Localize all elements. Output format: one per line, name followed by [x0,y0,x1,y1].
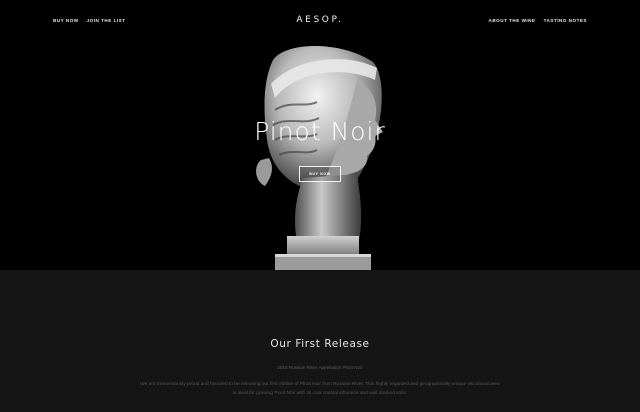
release-section: Our First Release 2016 Russian River App… [0,270,640,412]
section-heading: Our First Release [270,338,370,350]
hero-title: Pinot Noir [254,117,386,146]
section-subtitle: 2016 Russian River Appellation Pinot Noi… [277,365,363,370]
bust-image [256,46,383,270]
nav-right: ABOUT THE WINE TASTING NOTES [489,18,588,23]
nav-left: BUY NOW JOIN THE LIST [53,18,126,23]
buy-now-button[interactable]: BUY NOW [299,166,341,182]
brand-logo[interactable]: AESOP. [296,15,343,25]
nav-tasting-notes[interactable]: TASTING NOTES [544,18,587,23]
top-nav: BUY NOW JOIN THE LIST AESOP. ABOUT THE W… [0,0,640,40]
section-body: We are tremendously proud and honored to… [140,382,500,397]
hero-section: BUY NOW JOIN THE LIST AESOP. ABOUT THE W… [0,0,640,270]
nav-about-the-wine[interactable]: ABOUT THE WINE [489,18,536,23]
nav-buy-now[interactable]: BUY NOW [53,18,79,23]
nav-join-the-list[interactable]: JOIN THE LIST [87,18,126,23]
